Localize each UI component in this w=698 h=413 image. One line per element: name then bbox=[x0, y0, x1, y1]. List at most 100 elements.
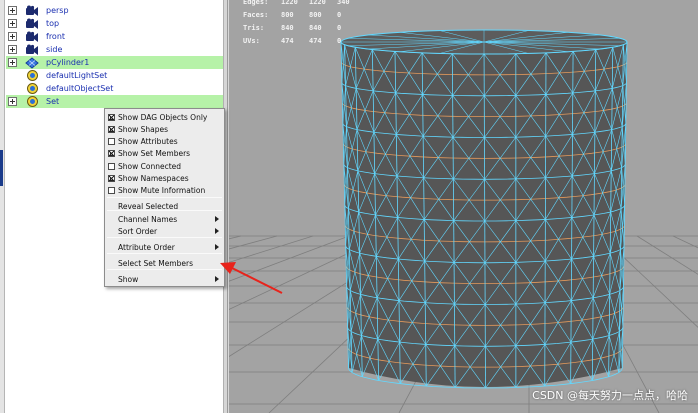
submenu-arrow-icon bbox=[215, 276, 219, 282]
hud-row: Edges: 1220 1220 340 bbox=[243, 0, 365, 6]
strip-marker bbox=[0, 150, 3, 186]
outliner-item-label: defaultLightSet bbox=[46, 71, 108, 80]
outliner-item-label: Set bbox=[46, 97, 60, 106]
hud-row: UVs: 474 474 0 bbox=[243, 37, 365, 45]
menu-item-label: Channel Names bbox=[118, 214, 178, 224]
menu-item-show-namespaces[interactable]: Show Namespaces bbox=[105, 172, 224, 184]
menu-item-label: Attribute Order bbox=[118, 242, 175, 252]
viewport-canvas[interactable] bbox=[229, 0, 698, 413]
camera-icon bbox=[25, 44, 39, 56]
outliner-item-side[interactable]: side bbox=[6, 43, 224, 56]
camera-icon bbox=[25, 31, 39, 43]
menu-separator bbox=[107, 210, 222, 211]
outliner-item-defaultlightset[interactable]: defaultLightSet bbox=[6, 69, 224, 82]
menu-item-show[interactable]: Show bbox=[105, 273, 224, 285]
checkbox-unchecked-icon[interactable] bbox=[108, 162, 115, 170]
watermark: CSDN @每天努力一点点，哈哈 bbox=[532, 389, 688, 402]
menu-separator bbox=[107, 237, 222, 238]
grid-line bbox=[229, 235, 242, 240]
outliner-item-label: top bbox=[46, 19, 60, 28]
menu-item-label: Show Connected bbox=[118, 161, 182, 171]
hud-value: 474 bbox=[281, 37, 294, 45]
menu-separator bbox=[107, 253, 222, 254]
menu-item-show-connected[interactable]: Show Connected bbox=[105, 160, 224, 172]
checkbox-checked-icon[interactable] bbox=[108, 113, 115, 121]
camera-icon bbox=[25, 18, 39, 30]
hud-value: 474 bbox=[309, 37, 322, 45]
expand-toggle-icon[interactable] bbox=[8, 6, 17, 15]
hud-value: 800 bbox=[309, 11, 322, 19]
outliner-item-label: front bbox=[46, 32, 66, 41]
menu-item-label: Show DAG Objects Only bbox=[118, 112, 208, 122]
outliner-item-pcylinder1[interactable]: pCylinder1 bbox=[6, 56, 224, 69]
viewport-panel[interactable]: Edges: 1220 1220 340 Faces: 800 800 0 Tris: 840 84… bbox=[229, 0, 698, 413]
hud-value: 0 bbox=[337, 11, 342, 19]
expand-toggle-icon[interactable] bbox=[8, 45, 17, 54]
checkbox-checked-icon[interactable] bbox=[108, 125, 115, 133]
menu-item-channel-names[interactable]: Channel Names bbox=[105, 213, 224, 225]
camera-icon bbox=[25, 5, 39, 17]
submenu-arrow-icon bbox=[215, 216, 219, 222]
set-glyph bbox=[26, 83, 38, 94]
hud-value: 0 bbox=[337, 24, 342, 32]
menu-item-label: Show Namespaces bbox=[118, 173, 189, 183]
outliner-context-menu: Show DAG Objects Only Show Shapes Show Att… bbox=[104, 108, 225, 287]
hud-value: 840 bbox=[309, 24, 322, 32]
checkbox-unchecked-icon[interactable] bbox=[108, 186, 115, 194]
outliner-item-top[interactable]: top bbox=[6, 17, 224, 30]
hud-value: 340 bbox=[337, 0, 350, 6]
menu-item-show-set-members[interactable]: Show Set Members bbox=[105, 147, 224, 159]
menu-separator bbox=[107, 269, 222, 270]
menu-item-show-mute-information[interactable]: Show Mute Information bbox=[105, 184, 224, 196]
set-icon bbox=[25, 96, 39, 108]
menu-item-label: Show Mute Information bbox=[118, 185, 206, 195]
menu-item-label: Show Shapes bbox=[118, 124, 169, 134]
menu-item-label: Select Set Members bbox=[118, 258, 193, 268]
hud-label: Faces: bbox=[243, 11, 269, 19]
expand-toggle-icon[interactable] bbox=[8, 32, 17, 41]
outliner-item-front[interactable]: front bbox=[6, 30, 224, 43]
outliner-item-persp[interactable]: persp bbox=[6, 4, 224, 17]
hud-value: 0 bbox=[337, 37, 342, 45]
set-icon bbox=[25, 83, 39, 95]
mesh-transform-icon bbox=[25, 56, 39, 69]
checkbox-checked-icon[interactable] bbox=[108, 149, 115, 157]
menu-item-label: Sort Order bbox=[118, 226, 158, 236]
hud-value: 1220 bbox=[281, 0, 298, 6]
grid-line bbox=[229, 235, 350, 282]
outliner-item-defaultobjectset[interactable]: defaultObjectSet bbox=[6, 82, 224, 95]
menu-item-label: Show Set Members bbox=[118, 148, 191, 158]
set-glyph bbox=[26, 96, 38, 107]
checkbox-checked-icon[interactable] bbox=[108, 174, 115, 182]
menu-item-select-set-members[interactable]: Select Set Members bbox=[105, 257, 224, 269]
outliner-item-label: pCylinder1 bbox=[46, 58, 90, 67]
menu-item-show-attributes[interactable]: Show Attributes bbox=[105, 135, 224, 147]
menu-item-show-dag-objects-only[interactable]: Show DAG Objects Only bbox=[105, 111, 224, 123]
expand-toggle-icon[interactable] bbox=[8, 19, 17, 28]
hud-value: 800 bbox=[281, 11, 294, 19]
expand-toggle-icon[interactable] bbox=[8, 58, 17, 67]
hud-value: 1220 bbox=[309, 0, 326, 6]
grid-line bbox=[229, 235, 314, 263]
menu-item-show-shapes[interactable]: Show Shapes bbox=[105, 123, 224, 135]
submenu-arrow-icon bbox=[215, 244, 219, 250]
menu-item-label: Show Attributes bbox=[118, 136, 178, 146]
outliner-item-label: defaultObjectSet bbox=[46, 84, 114, 93]
outliner-left-strip bbox=[0, 0, 5, 413]
expand-toggle-icon[interactable] bbox=[8, 97, 17, 106]
hud-label: Tris: bbox=[243, 24, 265, 32]
hud-label: UVs: bbox=[243, 37, 260, 45]
outliner-item-label: side bbox=[46, 45, 63, 54]
hud-label: Edges: bbox=[243, 0, 269, 6]
menu-item-label: Show bbox=[118, 274, 139, 284]
menu-item-sort-order[interactable]: Sort Order bbox=[105, 225, 224, 237]
outliner-item-set[interactable]: Set bbox=[6, 95, 224, 108]
menu-item-attribute-order[interactable]: Attribute Order bbox=[105, 241, 224, 253]
outliner-item-label: persp bbox=[46, 6, 69, 15]
hud-row: Tris: 840 840 0 bbox=[243, 24, 365, 32]
checkbox-unchecked-icon[interactable] bbox=[108, 137, 115, 145]
set-icon bbox=[25, 70, 39, 82]
grid-line bbox=[229, 235, 278, 250]
menu-separator bbox=[107, 197, 222, 198]
set-glyph bbox=[26, 70, 38, 81]
